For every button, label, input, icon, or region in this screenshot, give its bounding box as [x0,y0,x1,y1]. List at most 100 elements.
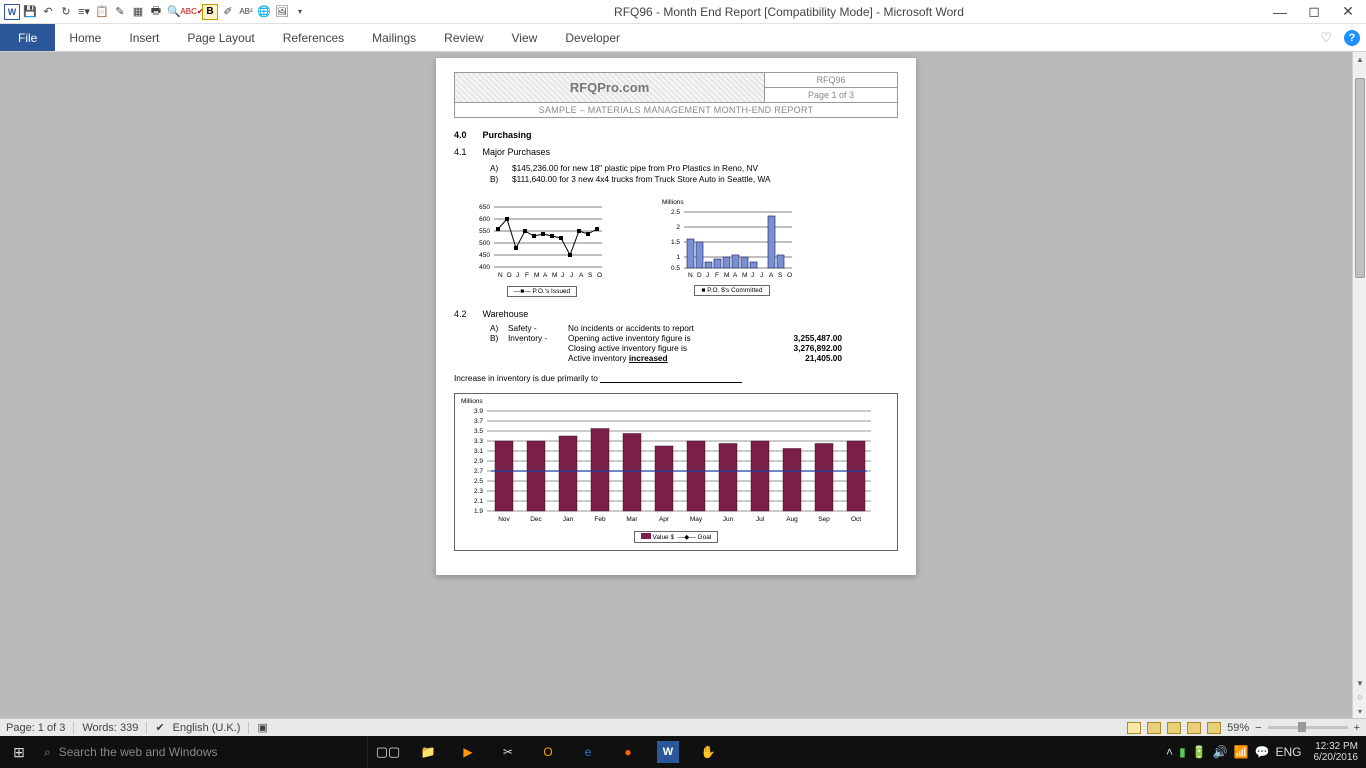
svg-text:Jun: Jun [723,516,734,523]
svg-text:O: O [787,272,792,278]
table-icon[interactable]: ▦ [130,4,146,20]
word-icon[interactable]: W [4,4,20,20]
word-taskbar-icon[interactable]: W [648,736,688,768]
fullscreen-view-button[interactable] [1147,722,1161,734]
font-size-icon[interactable]: AB² [238,4,254,20]
maximize-button[interactable]: ◻ [1304,3,1324,21]
task-view-icon[interactable]: ▢▢ [368,736,408,768]
draft-view-button[interactable] [1207,722,1221,734]
svg-text:1.5: 1.5 [671,239,680,246]
tab-home[interactable]: Home [55,24,115,51]
po-issued-chart: 650600550500450400 NDJFMAMJJASO —■— P.O.… [472,199,612,297]
spellcheck-icon[interactable]: ABC✔ [184,4,200,20]
tab-view[interactable]: View [498,24,552,51]
svg-text:2.5: 2.5 [671,209,680,216]
battery-icon[interactable]: 🔋 [1192,745,1207,759]
tray-language[interactable]: ENG [1275,745,1301,759]
svg-text:J: J [516,272,519,279]
ribbon-collapse-icon[interactable]: ♡ [1320,24,1340,51]
svg-text:N: N [498,272,503,279]
hyperlink-icon[interactable]: 🌐 [256,4,272,20]
big-chart-legend: Value $ —◆— Goal [634,531,719,543]
status-language[interactable]: English (U.K.) [173,722,241,734]
svg-text:O: O [597,272,602,279]
scroll-down-icon[interactable]: ▼ [1353,676,1366,690]
edge-icon[interactable]: e [568,736,608,768]
tab-review[interactable]: Review [430,24,497,51]
svg-text:Dec: Dec [530,516,542,523]
tray-chevron-icon[interactable]: ˄ [1166,745,1173,759]
picture-icon[interactable]: 🖼 [274,4,290,20]
svg-text:Sep: Sep [818,516,830,523]
redo-icon[interactable]: ↻ [58,4,74,20]
inventory-note: Increase in inventory is due primarily t… [454,373,898,383]
tab-references[interactable]: References [269,24,358,51]
chart1-legend: —■— P.O.'s Issued [507,286,577,297]
zoom-slider[interactable] [1268,726,1348,729]
edit-icon[interactable]: ✎ [112,4,128,20]
svg-text:0.5: 0.5 [671,265,680,272]
taskbar-search[interactable]: ⌕Search the web and Windows [38,736,368,768]
scroll-up-icon[interactable]: ▲ [1353,52,1366,66]
wifi-icon[interactable]: 📶 [1234,745,1249,759]
file-explorer-icon[interactable]: 📁 [408,736,448,768]
web-layout-view-button[interactable] [1167,722,1181,734]
media-player-icon[interactable]: ▶ [448,736,488,768]
outline-view-button[interactable] [1187,722,1201,734]
hand-icon[interactable]: ✋ [688,736,728,768]
clock[interactable]: 12:32 PM6/20/2016 [1308,741,1365,763]
copy-icon[interactable]: 📋 [94,4,110,20]
proofing-icon[interactable]: ✔ [155,721,164,734]
tab-developer[interactable]: Developer [551,24,634,51]
volume-icon[interactable]: 🔊 [1213,745,1228,759]
action-center-icon[interactable]: 💬 [1255,745,1270,759]
zoom-out-button[interactable]: − [1255,722,1261,734]
status-words[interactable]: Words: 339 [82,722,138,734]
print-icon[interactable]: 🖶 [148,4,164,20]
next-page-icon[interactable]: ▾ [1353,704,1366,718]
snipping-icon[interactable]: ✂ [488,736,528,768]
zoom-level[interactable]: 59% [1227,722,1249,734]
svg-text:A: A [733,272,738,278]
highlighter-icon[interactable]: ✐ [220,4,236,20]
svg-text:D: D [507,272,512,279]
macro-icon[interactable]: ▣ [257,721,267,734]
svg-text:J: J [706,272,709,278]
svg-text:S: S [778,272,783,278]
help-icon[interactable]: ? [1344,30,1360,46]
bullets-icon[interactable]: ≡▾ [76,4,92,20]
minimize-button[interactable]: — [1270,3,1290,21]
outlook-icon[interactable]: O [528,736,568,768]
svg-text:3.7: 3.7 [474,418,483,425]
status-page[interactable]: Page: 1 of 3 [6,722,65,734]
start-button[interactable]: ⊞ [0,736,38,768]
svg-text:J: J [570,272,573,279]
tab-file[interactable]: File [0,24,55,51]
svg-text:Jan: Jan [563,516,574,523]
print-layout-view-button[interactable] [1127,722,1141,734]
svg-text:3.1: 3.1 [474,448,483,455]
tab-mailings[interactable]: Mailings [358,24,430,51]
warehouse-b-label: B) [490,333,508,343]
browse-object-icon[interactable]: ○ [1353,690,1366,704]
firefox-icon[interactable]: ● [608,736,648,768]
save-icon[interactable]: 💾 [22,4,38,20]
svg-text:600: 600 [479,216,490,223]
bold-icon[interactable]: B [202,4,218,20]
sec-42-num: 4.2 [454,309,467,319]
close-button[interactable]: ✕ [1338,3,1358,21]
document-page: RFQPro.com RFQ96 Page 1 of 3 SAMPLE – MA… [436,58,916,575]
warehouse-a-value: No incidents or accidents to report [568,323,758,333]
tab-page-layout[interactable]: Page Layout [173,24,268,51]
vertical-scrollbar[interactable]: ▲ ▼ ○ ▾ [1352,52,1366,718]
svg-text:2.5: 2.5 [474,478,483,485]
zoom-in-button[interactable]: + [1354,722,1360,734]
tray-note-icon[interactable]: ▮ [1179,745,1186,759]
svg-text:2.3: 2.3 [474,488,483,495]
customize-qat-icon[interactable]: ▾ [292,4,308,20]
scroll-thumb[interactable] [1355,78,1365,278]
tab-insert[interactable]: Insert [115,24,173,51]
svg-text:J: J [751,272,754,278]
inv-change-label: Active inventory increased [568,353,758,363]
undo-icon[interactable]: ↶ [40,4,56,20]
